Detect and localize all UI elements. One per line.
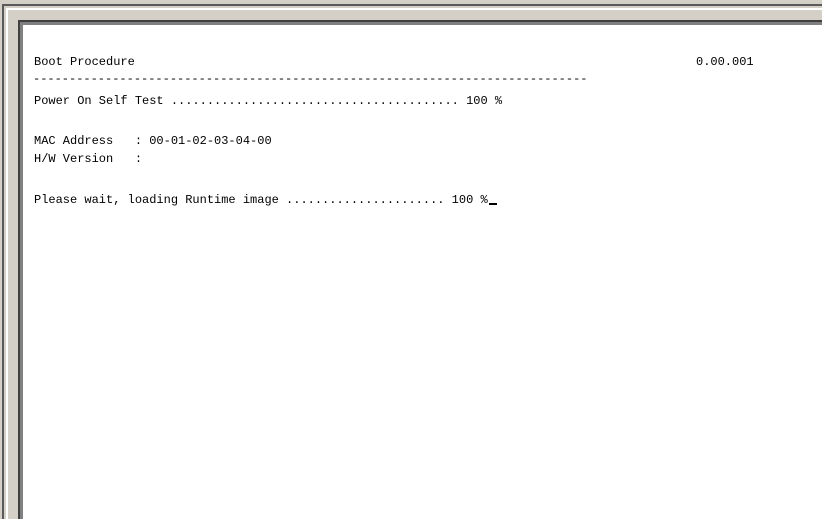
text-cursor [488,203,497,205]
boot-version: 0.00.001 [696,55,754,69]
terminal-window: Boot Procedure 0.00.001 ----------------… [0,0,822,519]
hw-version-line: H/W Version : [34,152,143,166]
post-status-line: Power On Self Test .....................… [34,94,503,108]
boot-title: Boot Procedure [34,55,135,69]
loading-runtime-line: Please wait, loading Runtime image .....… [34,193,497,207]
loading-runtime-text: Please wait, loading Runtime image .....… [34,193,488,207]
terminal-screen[interactable]: Boot Procedure 0.00.001 ----------------… [23,25,822,519]
separator-line: ----------------------------------------… [33,72,588,86]
mac-address-line: MAC Address : 00-01-02-03-04-00 [34,134,272,148]
